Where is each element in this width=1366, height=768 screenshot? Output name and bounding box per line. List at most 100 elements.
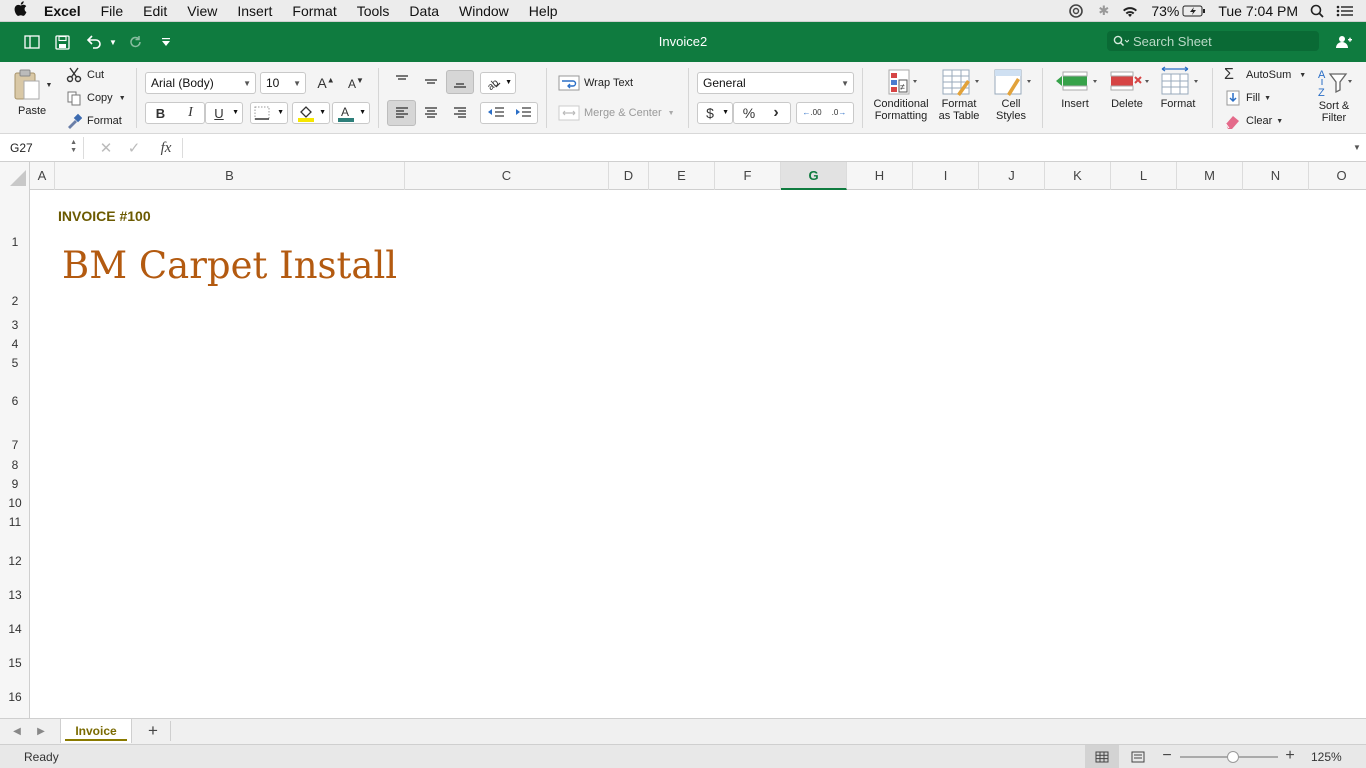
column-header-k[interactable]: K [1045, 162, 1111, 190]
borders-icon[interactable] [254, 106, 270, 120]
notification-center-icon[interactable] [1336, 5, 1354, 17]
number-format-select[interactable]: General ▼ [697, 72, 854, 94]
currency-button[interactable]: $ [700, 104, 720, 122]
menu-insert[interactable]: Insert [227, 3, 282, 19]
zoom-level[interactable]: 125% [1311, 750, 1342, 764]
fill-color-dropdown-icon[interactable]: ▼ [319, 109, 326, 116]
menu-file[interactable]: File [91, 3, 134, 19]
column-header-l[interactable]: L [1111, 162, 1177, 190]
wrap-text-button[interactable]: Wrap Text [558, 74, 633, 92]
previous-sheet-icon[interactable]: ◀ [10, 724, 24, 738]
menu-view[interactable]: View [177, 3, 227, 19]
worksheet-grid[interactable]: A B C D E F G H I J K L M N O 1 2 3 4 5 … [0, 162, 1366, 718]
percent-button[interactable]: % [736, 104, 762, 122]
column-header-a[interactable]: A [30, 162, 55, 190]
delete-cells-button[interactable]: Delete [1102, 66, 1152, 122]
font-color-icon[interactable]: A [336, 104, 356, 122]
row-header[interactable]: 14 [0, 622, 30, 636]
format-cells-button[interactable]: Format [1154, 66, 1202, 122]
align-left-button[interactable] [387, 100, 416, 126]
customize-toolbar-icon[interactable] [156, 32, 176, 52]
row-header[interactable]: 6 [0, 394, 30, 408]
increase-font-size-button[interactable]: A▲ [312, 72, 340, 94]
menu-app-excel[interactable]: Excel [40, 3, 91, 19]
menu-data[interactable]: Data [399, 3, 449, 19]
comma-style-button[interactable]: › [763, 104, 789, 122]
zoom-slider-thumb[interactable] [1227, 751, 1239, 763]
formula-input[interactable] [182, 138, 1342, 158]
save-icon[interactable] [52, 32, 72, 52]
decrease-font-size-button[interactable]: A▼ [342, 72, 370, 94]
undo-dropdown-icon[interactable]: ▼ [103, 32, 123, 52]
font-name-select[interactable]: Arial (Body) ▼ [145, 72, 256, 94]
align-middle-button[interactable] [417, 70, 445, 92]
column-header-n[interactable]: N [1243, 162, 1309, 190]
row-header[interactable]: 16 [0, 690, 30, 704]
insert-function-button[interactable]: fx [155, 138, 177, 158]
align-top-button[interactable] [388, 70, 416, 92]
undo-icon[interactable] [84, 32, 104, 52]
column-header-b[interactable]: B [55, 162, 405, 190]
format-as-table-button[interactable]: Format as Table [934, 66, 984, 132]
menu-help[interactable]: Help [519, 3, 568, 19]
orientation-dropdown-icon[interactable]: ▼ [505, 79, 512, 86]
cell-b2-company-name[interactable]: BM Carpet Install [62, 244, 397, 287]
align-bottom-button[interactable] [446, 70, 474, 94]
column-header-i[interactable]: I [913, 162, 979, 190]
row-header[interactable]: 7 [0, 438, 30, 452]
row-header[interactable]: 10 [0, 496, 30, 510]
expand-formula-bar-icon[interactable]: ▼ [1350, 140, 1364, 154]
column-header-j[interactable]: J [979, 162, 1045, 190]
row-header[interactable]: 15 [0, 656, 30, 670]
autosum-button[interactable]: Σ AutoSum ▼ [1224, 66, 1306, 84]
font-color-dropdown-icon[interactable]: ▼ [359, 109, 366, 116]
row-header[interactable]: 2 [0, 294, 30, 308]
fill-button[interactable]: Fill ▼ [1224, 89, 1271, 107]
cancel-entry-icon[interactable]: ✕ [96, 138, 116, 158]
zoom-slider[interactable] [1180, 751, 1278, 763]
cut-button[interactable]: Cut [66, 67, 104, 83]
menu-tools[interactable]: Tools [347, 3, 400, 19]
zoom-in-button[interactable]: + [1283, 747, 1297, 765]
row-header[interactable]: 1 [0, 235, 30, 249]
menu-format[interactable]: Format [282, 3, 346, 19]
search-sheet-input[interactable]: Search Sheet [1107, 31, 1319, 51]
decrease-decimal-button[interactable]: .0→ [826, 104, 852, 122]
row-header[interactable]: 3 [0, 318, 30, 332]
align-center-button[interactable] [417, 101, 445, 125]
column-header-o[interactable]: O [1309, 162, 1366, 190]
menu-window[interactable]: Window [449, 3, 519, 19]
text-orientation-icon[interactable]: ab [484, 75, 502, 91]
row-header[interactable]: 9 [0, 477, 30, 491]
row-header[interactable]: 13 [0, 588, 30, 602]
add-sheet-button[interactable]: + [144, 721, 162, 740]
align-right-button[interactable] [446, 101, 474, 125]
merge-center-button[interactable]: Merge & Center ▼ [558, 104, 675, 122]
italic-button[interactable]: I [176, 103, 205, 123]
row-header[interactable]: 8 [0, 458, 30, 472]
cell-b1-invoice-number[interactable]: INVOICE #100 [58, 208, 151, 224]
zoom-out-button[interactable]: − [1160, 747, 1174, 765]
column-header-c[interactable]: C [405, 162, 609, 190]
name-box[interactable]: G27 ▲ ▼ [4, 137, 84, 159]
underline-button[interactable]: U [206, 103, 232, 123]
normal-view-button[interactable] [1085, 745, 1119, 768]
clear-button[interactable]: Clear ▼ [1224, 112, 1283, 130]
next-sheet-icon[interactable]: ▶ [34, 724, 48, 738]
copy-button[interactable]: Copy ▼ [66, 90, 126, 106]
increase-decimal-button[interactable]: ←.00 [799, 104, 825, 122]
column-header-m[interactable]: M [1177, 162, 1243, 190]
creative-cloud-icon[interactable] [1066, 4, 1086, 18]
sort-filter-button[interactable]: AZ Sort & Filter [1310, 66, 1358, 132]
apple-icon[interactable] [0, 1, 40, 20]
paste-button[interactable] [12, 68, 42, 102]
column-header-d[interactable]: D [609, 162, 649, 190]
share-add-person-icon[interactable] [1334, 32, 1354, 52]
row-header[interactable]: 12 [0, 554, 30, 568]
conditional-formatting-button[interactable]: ≠ Conditional Formatting [872, 66, 930, 132]
sidebar-toggle-icon[interactable] [22, 32, 42, 52]
font-size-select[interactable]: 10 ▼ [260, 72, 306, 94]
row-header[interactable]: 11 [0, 515, 30, 529]
increase-indent-button[interactable] [510, 104, 536, 122]
page-layout-view-button[interactable] [1126, 745, 1150, 768]
